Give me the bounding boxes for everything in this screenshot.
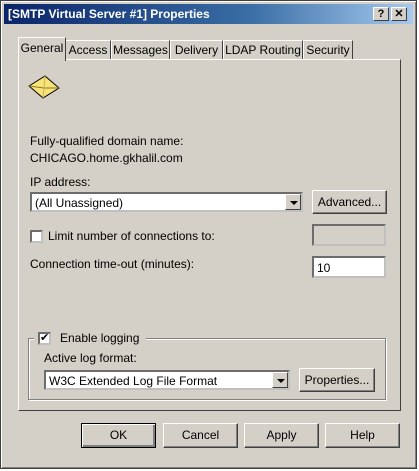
active-log-format-label: Active log format: — [44, 351, 137, 365]
log-format-value: W3C Extended Log File Format — [49, 374, 218, 388]
advanced-button[interactable]: Advanced... — [312, 190, 387, 214]
connection-timeout-label: Connection time-out (minutes): — [30, 257, 195, 271]
check-icon: ✔ — [40, 332, 50, 344]
chevron-down-icon[interactable] — [285, 194, 301, 210]
apply-button[interactable]: Apply — [244, 423, 319, 448]
properties-dialog: [SMTP Virtual Server #1] Properties ? ✕ … — [0, 0, 417, 469]
cancel-button[interactable]: Cancel — [163, 423, 238, 448]
ip-address-select[interactable]: (All Unassigned) — [30, 192, 303, 212]
ip-address-label: IP address: — [30, 175, 91, 189]
enable-logging-label: Enable logging — [60, 331, 140, 345]
help-button[interactable]: Help — [325, 423, 400, 448]
limit-connections-field[interactable] — [312, 224, 386, 246]
window-title: [SMTP Virtual Server #1] Properties — [8, 7, 210, 21]
tab-security[interactable]: Security — [303, 40, 353, 60]
title-bar[interactable]: [SMTP Virtual Server #1] Properties ? ✕ — [4, 4, 413, 24]
close-title-button[interactable]: ✕ — [391, 7, 407, 21]
general-tab-panel: Fully-qualified domain name: CHICAGO.hom… — [18, 59, 401, 411]
limit-connections-label: Limit number of connections to: — [48, 229, 215, 243]
log-properties-button[interactable]: Properties... — [299, 368, 375, 392]
limit-connections-checkbox[interactable] — [30, 230, 43, 243]
tab-delivery[interactable]: Delivery — [170, 40, 223, 60]
tab-general[interactable]: General — [18, 37, 66, 61]
ip-address-value: (All Unassigned) — [35, 196, 124, 210]
fqdn-value: CHICAGO.home.gkhalil.com — [30, 151, 183, 165]
chevron-down-icon[interactable] — [272, 372, 288, 388]
tab-ldap-routing[interactable]: LDAP Routing — [223, 40, 303, 60]
tab-messages[interactable]: Messages — [111, 40, 170, 60]
logging-group-caption: ✔ Enable logging — [34, 331, 146, 345]
enable-logging-checkbox[interactable]: ✔ — [38, 332, 51, 345]
help-title-button[interactable]: ? — [373, 7, 389, 21]
ok-button[interactable]: OK — [81, 423, 156, 448]
fqdn-label: Fully-qualified domain name: — [30, 134, 184, 148]
connection-timeout-field[interactable]: 10 — [312, 256, 386, 278]
tab-access[interactable]: Access — [65, 40, 111, 60]
envelope-icon — [28, 75, 60, 99]
log-format-select[interactable]: W3C Extended Log File Format — [44, 370, 290, 390]
connection-timeout-value: 10 — [317, 261, 331, 275]
